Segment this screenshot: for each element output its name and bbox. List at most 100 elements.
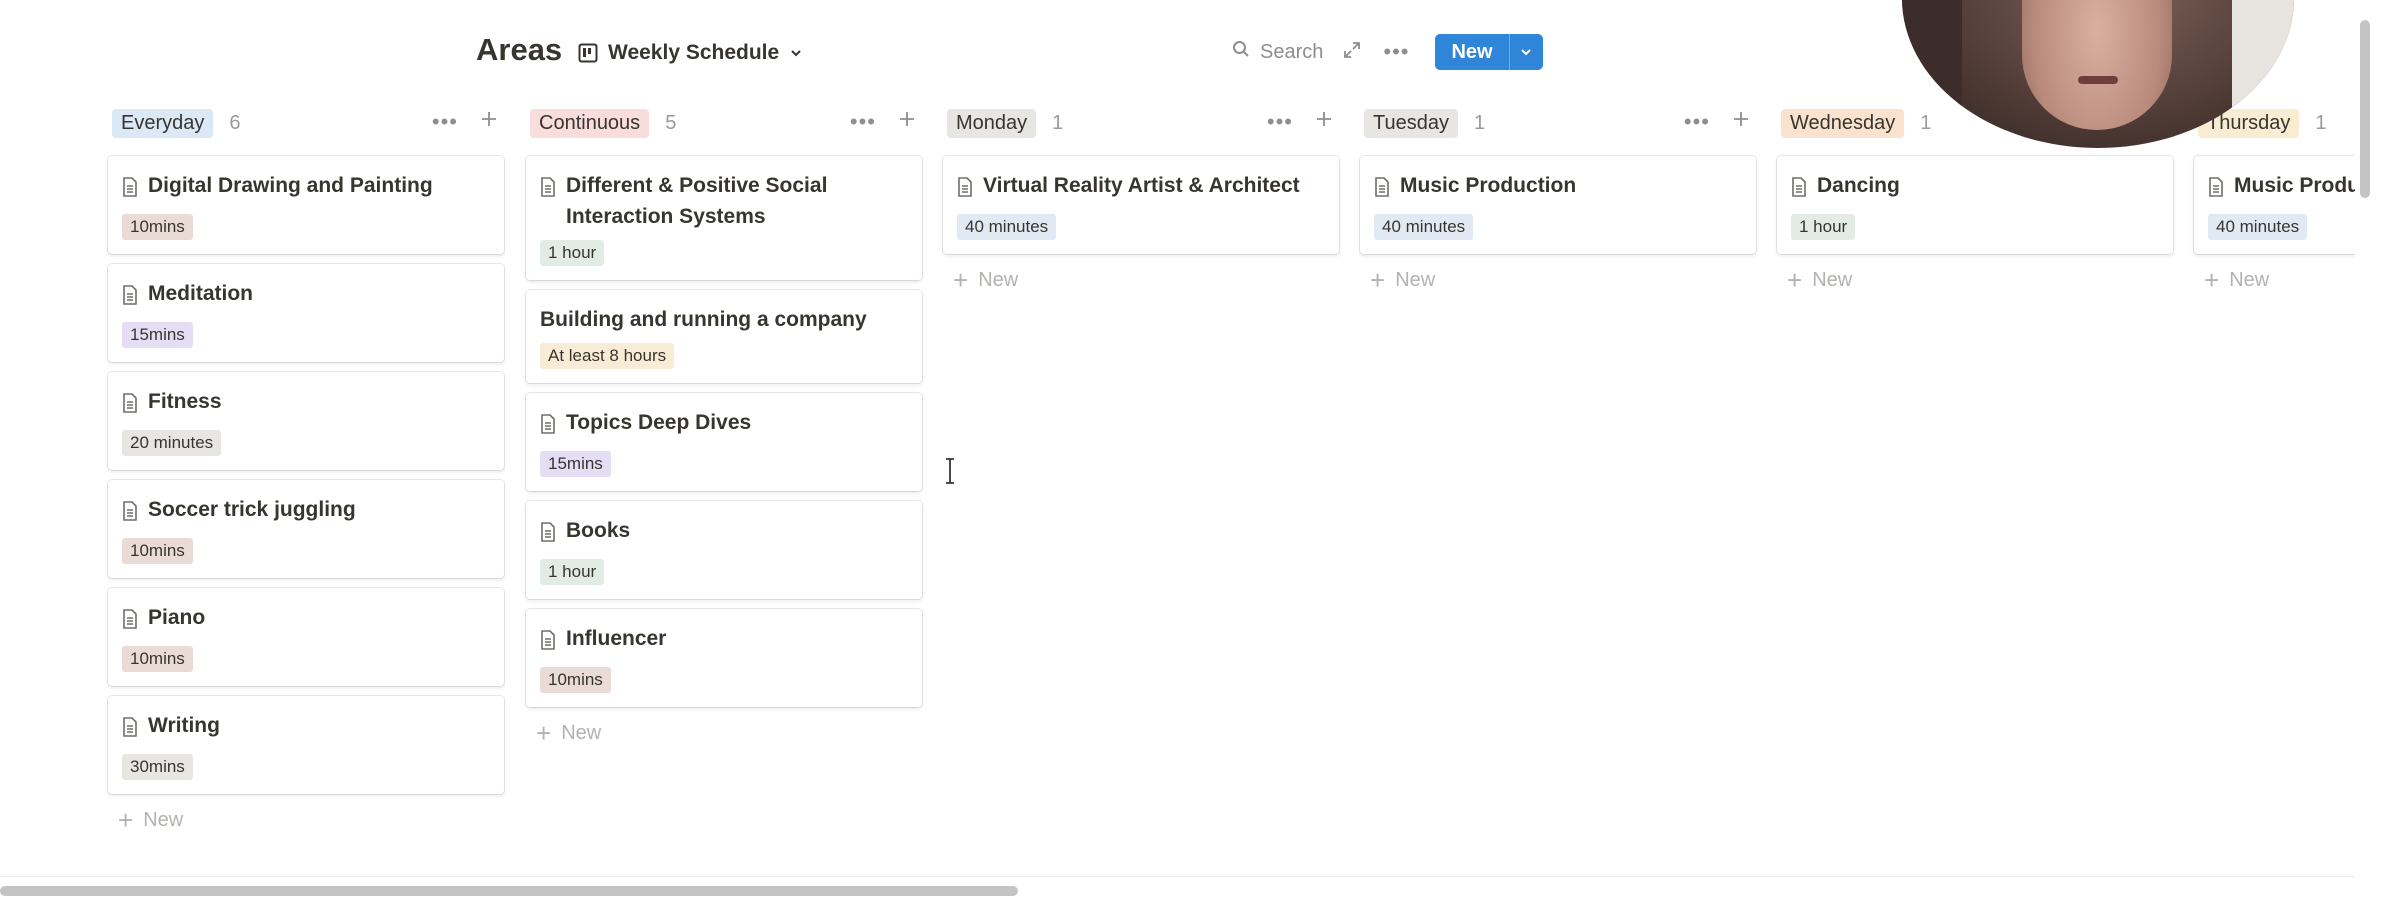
duration-tag: 15mins	[540, 451, 611, 477]
card[interactable]: Topics Deep Dives 15mins	[526, 393, 922, 491]
card-title: Different & Positive Social Interaction …	[566, 174, 828, 228]
plus-icon[interactable]	[1732, 110, 1750, 133]
search-button[interactable]: Search	[1232, 40, 1323, 64]
more-icon[interactable]: •••	[850, 110, 876, 133]
plus-icon: +	[1370, 265, 1386, 295]
card[interactable]: Music Produ 40 minutes	[2194, 156, 2355, 254]
duration-tag: 30mins	[122, 754, 193, 780]
plus-icon[interactable]	[1315, 110, 1333, 133]
more-icon[interactable]: •••	[1383, 39, 1409, 65]
card-title: Piano	[148, 606, 206, 629]
card-title: Music Produ	[2234, 174, 2355, 197]
column-count: 1	[1052, 111, 1064, 134]
column-label: Monday	[947, 108, 1037, 138]
card-title: Building and running a company	[540, 308, 867, 331]
card[interactable]: Piano 10mins	[108, 588, 504, 686]
column-actions: •••	[1684, 110, 1750, 133]
notion-page: Areas Weekly Schedule Search ••• New Eve…	[0, 0, 2386, 902]
duration-tag: 10mins	[540, 667, 611, 693]
card-list: Music Produ 40 minutes	[2194, 156, 2355, 254]
duration-tag: 10mins	[122, 538, 193, 564]
card[interactable]: Music Production 40 minutes	[1360, 156, 1756, 254]
new-label: New	[561, 721, 602, 744]
card-title: Topics Deep Dives	[566, 411, 752, 434]
plus-icon: +	[1787, 265, 1803, 295]
page-icon	[540, 628, 556, 659]
duration-tag: 40 minutes	[2208, 214, 2308, 240]
page-icon	[540, 412, 556, 443]
card[interactable]: Writing 30mins	[108, 696, 504, 794]
card-title: Fitness	[148, 390, 222, 413]
card-title: Influencer	[566, 627, 667, 650]
column-header[interactable]: Tuesday 1 •••	[1360, 104, 1756, 142]
column-header[interactable]: Monday 1 •••	[943, 104, 1339, 142]
plus-icon[interactable]	[480, 110, 498, 133]
card[interactable]: Fitness 20 minutes	[108, 372, 504, 470]
new-card-button[interactable]: + New	[108, 804, 504, 836]
card[interactable]: Digital Drawing and Painting 10mins	[108, 156, 504, 254]
more-icon[interactable]: •••	[432, 110, 458, 133]
plus-icon: +	[2204, 265, 2220, 295]
page-icon	[122, 391, 138, 422]
card[interactable]: Influencer 10mins	[526, 609, 922, 707]
board-view-icon	[578, 43, 598, 63]
plus-icon[interactable]	[898, 110, 916, 133]
column-header[interactable]: Continuous 5 •••	[526, 104, 922, 142]
plus-icon: +	[536, 718, 552, 748]
column-header[interactable]: Everyday 6 •••	[108, 104, 504, 142]
card[interactable]: Soccer trick juggling 10mins	[108, 480, 504, 578]
duration-tag: 20 minutes	[122, 430, 222, 456]
column-label: Wednesday	[1781, 108, 1905, 138]
page-icon	[122, 499, 138, 530]
new-card-button[interactable]: + New	[943, 264, 1339, 296]
duration-tag: 40 minutes	[1374, 214, 1474, 240]
plus-icon: +	[953, 265, 969, 295]
more-icon[interactable]: •••	[1684, 110, 1710, 133]
card[interactable]: Dancing 1 hour	[1777, 156, 2173, 254]
page-icon	[122, 283, 138, 314]
more-icon[interactable]: •••	[1267, 110, 1293, 133]
column-label: Continuous	[530, 108, 650, 138]
page-icon	[122, 175, 138, 206]
new-button-label: New	[1451, 40, 1493, 63]
database-toolbar: Search ••• New	[1232, 34, 1543, 70]
horizontal-scrollbar-thumb[interactable]	[0, 886, 1018, 896]
view-name: Weekly Schedule	[608, 41, 780, 64]
new-button[interactable]: New	[1435, 34, 1543, 70]
new-card-button[interactable]: + New	[526, 717, 922, 749]
column-monday: Monday 1 ••• Virtual Reality Artist & Ar…	[943, 104, 1339, 296]
board: Everyday 6 ••• Digital Drawing and Paint…	[0, 104, 2355, 874]
column-actions: •••	[850, 110, 916, 133]
duration-tag: 1 hour	[1791, 214, 1856, 240]
page-icon	[1791, 175, 1807, 206]
presenter-face	[2022, 0, 2172, 130]
new-label: New	[143, 808, 184, 831]
new-card-button[interactable]: + New	[1360, 264, 1756, 296]
column-continuous: Continuous 5 ••• Different & Positive So…	[526, 104, 922, 749]
card[interactable]: Books 1 hour	[526, 501, 922, 599]
card-title: Soccer trick juggling	[148, 498, 356, 521]
card[interactable]: Virtual Reality Artist & Architect 40 mi…	[943, 156, 1339, 254]
vertical-scrollbar-thumb[interactable]	[2360, 20, 2370, 198]
card-list: Dancing 1 hour	[1777, 156, 2173, 254]
page-icon	[122, 715, 138, 746]
chevron-down-icon[interactable]	[1508, 34, 1543, 70]
card[interactable]: Different & Positive Social Interaction …	[526, 156, 922, 280]
divider	[0, 876, 2355, 877]
card-list: Virtual Reality Artist & Architect 40 mi…	[943, 156, 1339, 254]
card-list: Different & Positive Social Interaction …	[526, 156, 922, 707]
page-icon	[540, 520, 556, 551]
new-card-button[interactable]: + New	[2194, 264, 2355, 296]
card-list: Music Production 40 minutes	[1360, 156, 1756, 254]
text-cursor-icon	[944, 458, 956, 489]
column-count: 6	[229, 111, 241, 134]
column-actions: •••	[1267, 110, 1333, 133]
expand-icon[interactable]	[1343, 41, 1361, 64]
new-label: New	[2229, 268, 2270, 291]
card-title: Dancing	[1817, 174, 1900, 197]
card[interactable]: Building and running a company At least …	[526, 290, 922, 383]
view-switcher[interactable]: Weekly Schedule	[578, 36, 803, 70]
new-label: New	[1395, 268, 1436, 291]
new-card-button[interactable]: + New	[1777, 264, 2173, 296]
card[interactable]: Meditation 15mins	[108, 264, 504, 362]
